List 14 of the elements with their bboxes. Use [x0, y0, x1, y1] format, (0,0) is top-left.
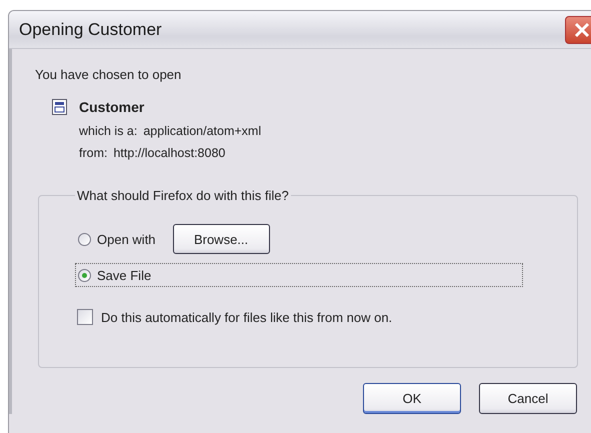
from-value: http://localhost:8080 — [113, 146, 226, 160]
from-label: from: — [79, 146, 108, 160]
window-title: Opening Customer — [19, 20, 162, 40]
radio-option[interactable]: Open with — [75, 227, 161, 251]
group-legend: What should Firefox do with this file? — [75, 188, 291, 203]
type-label: which is a: — [79, 124, 138, 138]
type-value: application/atom+xml — [143, 124, 262, 138]
browse-button[interactable]: Browse... — [172, 224, 270, 254]
dialog-button[interactable]: OK — [363, 383, 461, 414]
radio-option[interactable]: Save File — [75, 263, 523, 287]
dialog-button[interactable]: Cancel — [479, 383, 577, 414]
intro-text: You have chosen to open — [35, 67, 182, 82]
checkbox-label[interactable]: Do this automatically for files like this from now on. — [101, 310, 392, 324]
file-name: Customer — [79, 99, 144, 115]
